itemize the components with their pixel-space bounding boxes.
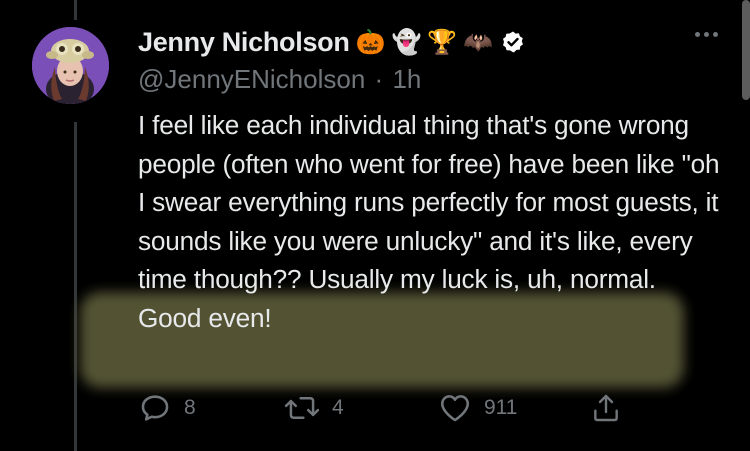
retweet-icon [284, 397, 320, 419]
separator: · [374, 64, 384, 94]
scrollbar[interactable] [742, 0, 750, 100]
thread-line-top [74, 0, 77, 20]
retweet-button[interactable]: 4 [284, 388, 344, 428]
like-button[interactable]: 911 [438, 388, 517, 428]
trophy-icon: 🏆 [427, 28, 458, 56]
avatar[interactable] [32, 27, 109, 104]
thread-line-bottom [74, 122, 77, 451]
retweet-count: 4 [332, 396, 344, 419]
reply-button[interactable]: 8 [138, 388, 196, 428]
tweet-text: I feel like each individual thing that's… [138, 110, 720, 333]
tweet-header: Jenny Nicholson 🎃 👻 🏆 🦇 @JennyENicholson… [138, 22, 710, 95]
share-button[interactable] [590, 388, 622, 428]
handle-row: @JennyENicholson · 1h [138, 64, 710, 95]
more-options-icon[interactable] [695, 32, 718, 37]
display-name[interactable]: Jenny Nicholson [138, 27, 350, 58]
verified-badge-icon [501, 30, 525, 54]
share-icon [594, 394, 618, 422]
like-count: 911 [484, 396, 518, 419]
reply-icon [141, 395, 169, 421]
avatar-image [32, 27, 109, 104]
name-row: Jenny Nicholson 🎃 👻 🏆 🦇 [138, 22, 710, 62]
pumpkin-icon: 🎃 [355, 28, 386, 56]
action-bar: 8 4 911 [138, 388, 628, 428]
ghost-icon: 👻 [391, 28, 422, 56]
reply-count: 8 [184, 396, 196, 419]
heart-icon [440, 395, 470, 422]
handle[interactable]: @JennyENicholson [138, 64, 365, 94]
tweet[interactable]: Jenny Nicholson 🎃 👻 🏆 🦇 @JennyENicholson… [0, 0, 750, 451]
bat-icon: 🦇 [463, 28, 494, 56]
timestamp[interactable]: 1h [392, 64, 421, 94]
